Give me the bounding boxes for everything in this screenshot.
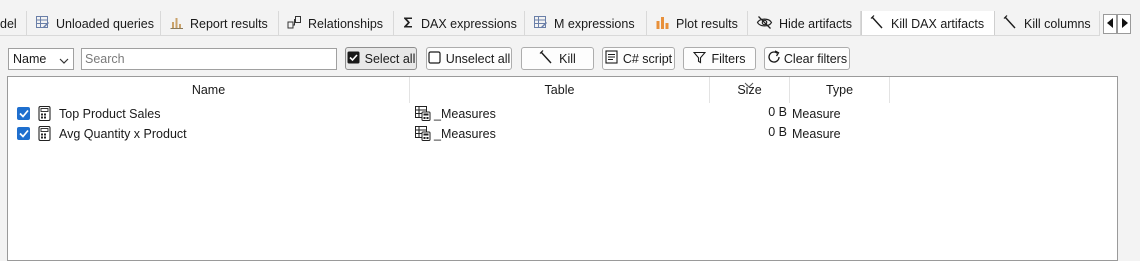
sigma-icon (402, 15, 415, 33)
refresh-icon (767, 50, 782, 67)
column-header-table[interactable]: Table (410, 77, 710, 103)
cell-type: Measure (792, 127, 841, 141)
tab-label: Report results (190, 16, 268, 31)
kill-icon (539, 49, 554, 68)
plot-chart-icon (655, 15, 670, 33)
filters-label: Filters (711, 51, 746, 66)
cell-type: Measure (792, 107, 841, 121)
row-checkbox[interactable] (17, 127, 30, 140)
kill-icon (1003, 14, 1018, 33)
column-header-label: Type (825, 83, 854, 97)
tab-kill-dax-artifacts[interactable]: Kill DAX artifacts (861, 11, 995, 35)
column-header-label: Name (191, 83, 226, 97)
tab-dax-expressions[interactable]: DAX expressions (394, 11, 525, 35)
grid-edit-icon (533, 15, 548, 33)
table-row[interactable]: Avg Quantity x Product _Measures 0 B Mea… (8, 124, 1117, 144)
relationships-icon (287, 15, 302, 33)
checkbox-checked-icon (347, 51, 360, 67)
unselect-all-button[interactable]: Unselect all (426, 47, 512, 70)
kill-label: Kill (559, 51, 576, 66)
triangle-right-icon (1121, 17, 1128, 31)
filters-button[interactable]: Filters (683, 47, 756, 70)
measure-calculator-icon (38, 105, 51, 124)
grid-edit-icon (35, 15, 50, 33)
cell-size: 0 B (768, 105, 787, 119)
clear-filters-button[interactable]: Clear filters (764, 47, 850, 70)
cell-name: Avg Quantity x Product (59, 127, 187, 141)
tab-plot-results[interactable]: Plot results (647, 11, 748, 35)
bar-chart-icon (169, 15, 184, 33)
select-all-button[interactable]: Select all (345, 47, 417, 70)
kill-icon (870, 14, 885, 33)
tab-label: Unloaded queries (56, 16, 154, 31)
measure-calculator-icon (38, 125, 51, 144)
cell-table: _Measures (434, 107, 496, 121)
cell-size: 0 B (768, 125, 787, 139)
tab-label: Kill columns (1024, 16, 1091, 31)
column-header-name[interactable]: Name (8, 77, 410, 103)
checkbox-empty-icon (428, 50, 441, 67)
select-all-label: Select all (364, 51, 416, 66)
field-select-value: Name (13, 52, 47, 66)
table-row[interactable]: Top Product Sales _Measures 0 B Measure (8, 104, 1117, 124)
triangle-left-icon (1106, 17, 1114, 31)
tab-label: M expressions (554, 16, 635, 31)
column-header-type[interactable]: Type (790, 77, 890, 103)
chevron-down-icon (59, 55, 69, 69)
toolbar: Name Select all Unselect all Kill C# scr… (0, 44, 1140, 72)
table-icon (415, 106, 431, 124)
grid-header: Name Table Size Type (8, 77, 1117, 103)
tab-strip: del Unloaded queries Report results Rela… (0, 0, 1140, 36)
tab-scroll-right-button[interactable] (1117, 14, 1131, 34)
tab-label: Relationships (308, 16, 384, 31)
tab-m-expressions[interactable]: M expressions (525, 11, 647, 35)
cell-name: Top Product Sales (59, 107, 161, 121)
row-checkbox[interactable] (17, 107, 30, 120)
tab-report-results[interactable]: Report results (161, 11, 279, 35)
filter-icon (693, 51, 707, 67)
artifacts-grid: Name Table Size Type Top Product Sales _… (7, 76, 1118, 261)
unselect-all-label: Unselect all (445, 51, 511, 66)
sort-descending-icon (744, 77, 754, 91)
tab-label: Plot results (676, 16, 738, 31)
table-icon (415, 126, 431, 144)
eye-off-icon (756, 15, 773, 33)
tab-relationships[interactable]: Relationships (279, 11, 394, 35)
column-header-label: Table (544, 83, 575, 97)
tab-hide-artifacts[interactable]: Hide artifacts (748, 11, 861, 35)
tab-unloaded-queries[interactable]: Unloaded queries (27, 11, 161, 35)
field-select[interactable]: Name (8, 48, 74, 70)
tabs-row: del Unloaded queries Report results Rela… (0, 11, 1100, 36)
tab-label: del (0, 16, 17, 31)
script-icon (605, 50, 618, 67)
tab-label: Kill DAX artifacts (891, 16, 985, 31)
tab-model[interactable]: del (0, 11, 27, 35)
cell-table: _Measures (434, 127, 496, 141)
tab-label: Hide artifacts (779, 16, 852, 31)
search-input[interactable] (81, 48, 337, 70)
clear-filters-label: Clear filters (783, 51, 848, 66)
csharp-script-label: C# script (622, 51, 673, 66)
csharp-script-button[interactable]: C# script (602, 47, 675, 70)
tab-kill-columns[interactable]: Kill columns (995, 11, 1100, 35)
tab-scroll-left-button[interactable] (1103, 14, 1117, 34)
tab-label: DAX expressions (421, 16, 517, 31)
kill-button[interactable]: Kill (521, 47, 594, 70)
